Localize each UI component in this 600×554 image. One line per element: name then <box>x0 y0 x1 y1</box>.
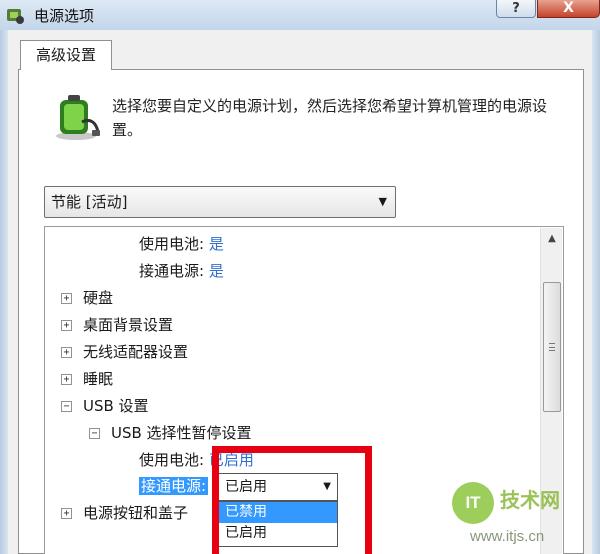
window-title: 电源选项 <box>34 7 95 25</box>
tree-item-power-buttons[interactable]: + 电源按钮和盖子 <box>61 502 188 524</box>
plan-description: 选择您要自定义的电源计划，然后选择您希望计算机管理的电源设置。 <box>112 97 548 139</box>
expand-plus-icon[interactable]: + <box>61 347 72 358</box>
option-enabled[interactable]: 已启用 <box>219 523 337 544</box>
scroll-thumb[interactable] <box>543 282 561 412</box>
expand-plus-icon[interactable]: + <box>61 320 72 331</box>
help-button[interactable]: ? <box>496 0 536 18</box>
tree-row-battery: 使用电池: 是 <box>139 235 224 253</box>
tree-item-usb-settings[interactable]: − USB 设置 <box>61 395 149 417</box>
battery-plan-icon <box>56 95 100 140</box>
tree-item-sleep[interactable]: + 睡眠 <box>61 368 113 390</box>
chevron-down-icon: ▼ <box>323 481 331 492</box>
power-plan-select[interactable]: 节能 [活动] ▼ <box>44 186 396 218</box>
window-frame-right <box>592 30 600 554</box>
tree-item-desktop-background[interactable]: + 桌面背景设置 <box>61 314 173 336</box>
usb-battery-value-link[interactable]: 已启用 <box>209 451 254 469</box>
expand-plus-icon[interactable]: + <box>61 374 72 385</box>
usb-plugged-dropdown[interactable]: 已启用 ▼ <box>218 473 338 501</box>
tree-item-hard-disk[interactable]: + 硬盘 <box>61 287 113 309</box>
battery-value-link[interactable]: 是 <box>209 235 224 253</box>
close-button[interactable]: X <box>537 0 600 18</box>
power-plan-value: 节能 [活动] <box>51 193 128 211</box>
expand-plus-icon[interactable]: + <box>61 293 72 304</box>
tree-row-usb-battery: 使用电池: 已启用 <box>139 451 254 469</box>
watermark-url: www.itjs.cn <box>470 528 545 545</box>
title-bar: 电源选项 ? X <box>0 0 600 30</box>
tree-row-usb-plugged: 接通电源: <box>139 475 209 497</box>
window-frame-left <box>0 30 8 554</box>
collapse-minus-icon[interactable]: − <box>89 428 100 439</box>
chevron-down-icon: ▼ <box>378 195 387 208</box>
scroll-up-arrow-icon[interactable]: ▲ <box>541 230 563 248</box>
usb-plugged-dropdown-value: 已启用 <box>225 479 267 495</box>
tree-item-usb-selective-suspend[interactable]: − USB 选择性暂停设置 <box>89 422 252 444</box>
watermark-text: 技术网 <box>500 488 560 512</box>
power-options-icon <box>7 9 24 24</box>
usb-plugged-options: 已禁用 已启用 <box>218 501 338 547</box>
expand-plus-icon[interactable]: + <box>61 508 72 519</box>
tree-item-wireless-adapter[interactable]: + 无线适配器设置 <box>61 341 188 363</box>
option-disabled[interactable]: 已禁用 <box>219 502 337 523</box>
grip-icon <box>549 343 555 351</box>
tab-advanced-settings[interactable]: 高级设置 <box>20 40 112 70</box>
tree-row-plugged: 接通电源: 是 <box>139 262 224 280</box>
collapse-minus-icon[interactable]: − <box>61 401 72 412</box>
usb-plugged-label: 接通电源: <box>139 477 209 495</box>
plugged-value-link[interactable]: 是 <box>209 262 224 280</box>
watermark-logo: IT <box>452 482 494 524</box>
